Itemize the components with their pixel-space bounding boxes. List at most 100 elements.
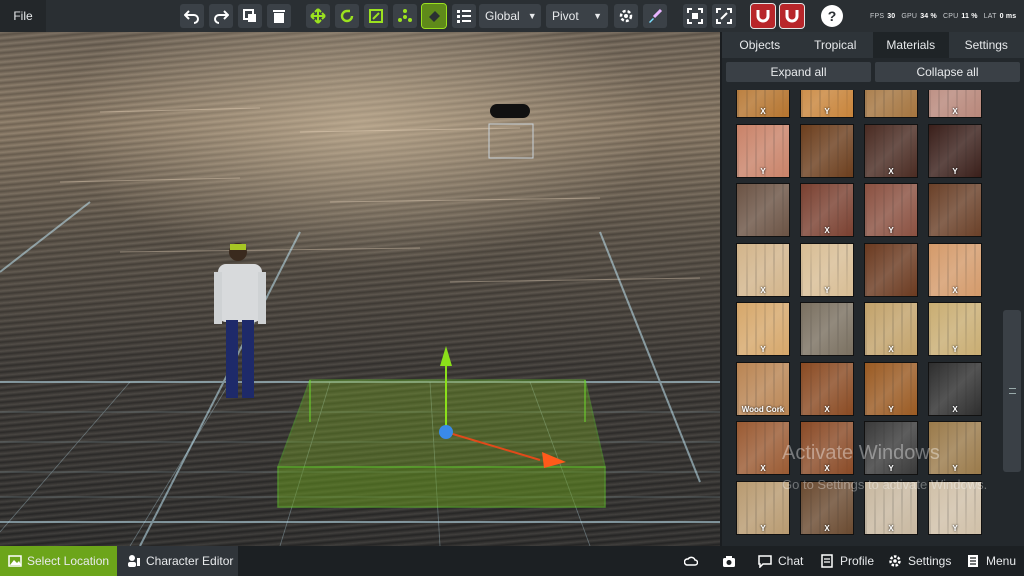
magnet-icon: [785, 10, 799, 23]
material-tile-tag: Y: [824, 107, 830, 116]
activation-watermark-title: Activate Windows: [782, 442, 940, 464]
material-tile[interactable]: X: [736, 90, 790, 118]
image-icon: [8, 555, 22, 567]
menu-label: Menu: [986, 554, 1017, 568]
material-tile-tag: X: [760, 285, 766, 295]
delete-button[interactable]: [267, 4, 291, 28]
chevron-down-icon: ▼: [527, 11, 537, 21]
tab-settings[interactable]: Settings: [949, 32, 1024, 58]
cloud-button[interactable]: [684, 546, 704, 576]
lat-label: LAT: [983, 12, 997, 20]
paint-brush-button[interactable]: [643, 4, 667, 28]
expand-all-button[interactable]: Expand all: [726, 62, 871, 82]
move-tool-button[interactable]: [306, 4, 330, 28]
scene-viewport[interactable]: [0, 32, 720, 546]
material-tile[interactable]: Y: [736, 123, 790, 178]
tab-materials[interactable]: Materials: [873, 32, 949, 58]
cpu-label: CPU: [942, 12, 959, 20]
material-tile[interactable]: [736, 183, 790, 237]
settings-button[interactable]: Settings: [888, 546, 951, 576]
player-avatar[interactable]: [214, 243, 266, 398]
lat-value: 0 ms: [999, 12, 1017, 20]
profile-label: Profile: [840, 554, 875, 568]
material-tile-tag: Y: [952, 166, 958, 176]
material-tile[interactable]: [800, 302, 854, 356]
material-tile[interactable]: Y: [736, 302, 790, 356]
fps-label: FPS: [870, 12, 885, 20]
panel-scrollbar[interactable]: [1003, 310, 1021, 472]
scroll-grip-icon: [1009, 388, 1016, 394]
gpu-label: GPU: [901, 12, 918, 20]
material-tile[interactable]: X: [800, 183, 854, 237]
material-tile[interactable]: X: [736, 242, 790, 297]
collapse-all-button[interactable]: Collapse all: [875, 62, 1020, 82]
material-tile-tag: Y: [888, 226, 894, 235]
frame-icon: [716, 8, 732, 24]
menu-button[interactable]: Menu: [966, 546, 1016, 576]
material-tile[interactable]: Wood Cork: [736, 361, 790, 416]
side-panel: Objects Tropical Materials Settings Expa…: [720, 32, 1024, 546]
gear-icon: [619, 9, 633, 23]
material-tile[interactable]: X: [864, 302, 918, 356]
material-tile[interactable]: Y: [928, 123, 982, 178]
material-tile-tag: Y: [952, 464, 958, 473]
selected-object[interactable]: [276, 379, 606, 508]
magnet-surface-button[interactable]: [779, 3, 805, 29]
material-tile[interactable]: Y: [864, 361, 918, 416]
scale-tool-button[interactable]: [364, 4, 388, 28]
duplicate-button[interactable]: [238, 4, 262, 28]
chat-button[interactable]: Chat: [758, 546, 803, 576]
redo-icon: [214, 10, 229, 24]
material-tile[interactable]: X: [864, 123, 918, 178]
list-button[interactable]: [452, 4, 476, 28]
material-tile[interactable]: [864, 90, 918, 118]
material-tile-tag: Y: [888, 404, 894, 414]
material-tile[interactable]: Y: [928, 302, 982, 356]
brush-icon: [649, 8, 663, 23]
material-tile[interactable]: Y: [800, 90, 854, 118]
activation-watermark-subtitle: Go to Settings to activate Windows.: [782, 477, 988, 492]
top-toolbar: File Global ▼ Pivot ▼ ? FPS 30 GPU 34 % …: [0, 0, 1024, 32]
material-tile-tag: X: [952, 285, 958, 295]
move-icon: [310, 8, 326, 24]
undo-button[interactable]: [180, 4, 204, 28]
select-location-button[interactable]: Select Location: [0, 546, 117, 576]
chat-icon: [758, 555, 772, 568]
file-menu[interactable]: File: [0, 0, 46, 32]
magnet-snap-button[interactable]: [750, 3, 776, 29]
select-location-label: Select Location: [27, 554, 110, 568]
screenshot-button[interactable]: [722, 546, 742, 576]
material-tile[interactable]: X: [928, 361, 982, 416]
chevron-down-icon: ▼: [593, 11, 602, 21]
material-tile-tag: Wood Cork: [741, 404, 785, 414]
frame-button[interactable]: [712, 4, 736, 28]
tab-objects[interactable]: Objects: [722, 32, 798, 58]
help-button[interactable]: ?: [821, 5, 843, 27]
tab-tropical[interactable]: Tropical: [798, 32, 874, 58]
pivot-select[interactable]: Pivot ▼: [546, 4, 608, 28]
list-icon: [457, 10, 471, 23]
material-tile-tag: Y: [760, 345, 766, 354]
redo-button[interactable]: [209, 4, 233, 28]
duplicate-icon: [243, 9, 256, 22]
scene-canvas[interactable]: [0, 32, 720, 546]
distant-object[interactable]: [488, 104, 534, 159]
panel-tabs: Objects Tropical Materials Settings: [722, 32, 1024, 58]
snap-settings-button[interactable]: [614, 4, 638, 28]
profile-button[interactable]: Profile: [820, 546, 874, 576]
material-tile[interactable]: Y: [864, 183, 918, 237]
material-tile[interactable]: [864, 242, 918, 297]
material-tile-tag: X: [952, 404, 958, 414]
rotate-tool-button[interactable]: [335, 4, 359, 28]
material-tile[interactable]: X: [800, 361, 854, 416]
multi-select-button[interactable]: [393, 4, 417, 28]
material-tile[interactable]: Y: [800, 242, 854, 297]
material-tile[interactable]: [928, 183, 982, 237]
focus-button[interactable]: [683, 4, 707, 28]
material-tile[interactable]: X: [928, 90, 982, 118]
space-select[interactable]: Global ▼: [479, 4, 541, 28]
paint-select-button[interactable]: [421, 3, 447, 29]
material-tile[interactable]: X: [928, 242, 982, 297]
character-editor-button[interactable]: Character Editor: [117, 546, 238, 576]
material-tile[interactable]: [800, 123, 854, 178]
